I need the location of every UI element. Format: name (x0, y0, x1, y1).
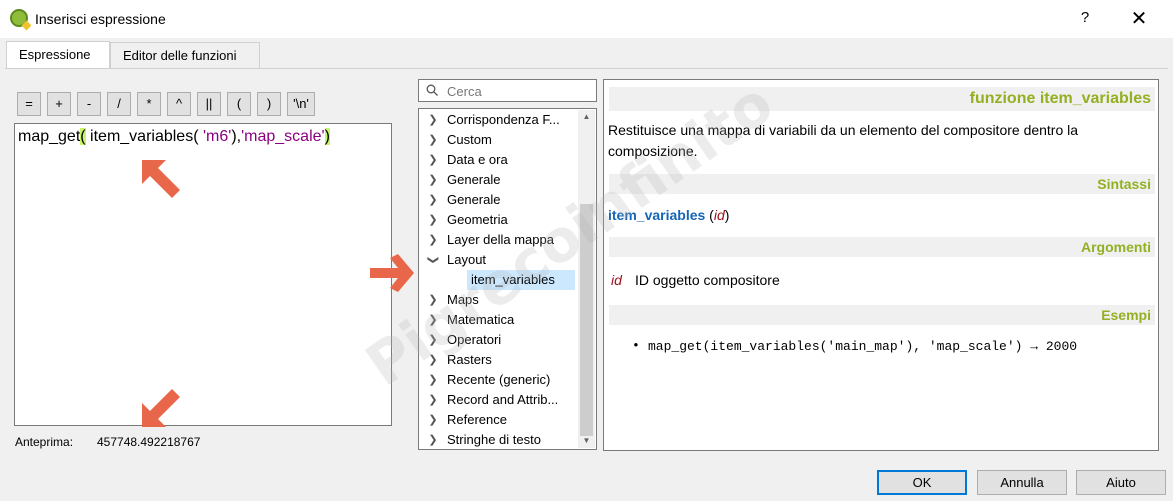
annotation-arrow-icon (142, 160, 180, 198)
tree-item-geometria[interactable]: ❯ Geometria (419, 210, 579, 230)
help-syntax: item_variables (id) (608, 207, 729, 223)
chevron-right-icon: ❯ (428, 114, 438, 126)
preview-value: 457748.492218767 (97, 435, 201, 449)
chevron-right-icon: ❯ (428, 334, 438, 346)
function-tree[interactable]: ❯ Corrispondenza F... ❯ Custom ❯ Data e ora… (418, 108, 597, 450)
tree-item-operatori[interactable]: ❯ Operatori (419, 330, 579, 350)
tree-item-corrispondenza[interactable]: ❯ Corrispondenza F... (419, 110, 579, 130)
function-search-input[interactable]: Cerca (418, 79, 597, 102)
chevron-right-icon: ❯ (428, 234, 438, 246)
code-fn: map_get (18, 128, 81, 145)
annotation-arrow-icon (370, 254, 414, 292)
operator-plus-button[interactable]: + (47, 92, 71, 116)
help-panel: funzione item_variables Restituisce una … (603, 79, 1159, 451)
scroll-down-icon[interactable]: ▼ (578, 434, 595, 448)
tree-scrollbar[interactable]: ▲ ▼ (578, 110, 595, 448)
tree-item-layer-della-mappa[interactable]: ❯ Layer della mappa (419, 230, 579, 250)
chevron-right-icon: ❯ (428, 374, 438, 386)
chevron-right-icon: ❯ (428, 434, 438, 446)
chevron-right-icon: ❯ (428, 294, 438, 306)
tree-item-layout[interactable]: ❯ Layout (419, 250, 579, 270)
operator-newline-button[interactable]: '\n' (287, 92, 315, 116)
search-icon (426, 84, 438, 96)
annotation-arrow-icon (142, 389, 180, 427)
help-function-title: funzione item_variables (609, 87, 1155, 111)
scroll-up-icon[interactable]: ▲ (578, 110, 595, 124)
tree-item-stringhe-di-testo[interactable]: ❯ Stringhe di testo (419, 430, 579, 449)
operator-close-paren-button[interactable]: ) (257, 92, 281, 116)
tree-item-reference[interactable]: ❯ Reference (419, 410, 579, 430)
tree-item-matematica[interactable]: ❯ Matematica (419, 310, 579, 330)
chevron-down-icon: ❯ (427, 255, 439, 265)
syntax-open: ( (705, 207, 714, 223)
tree-item-custom[interactable]: ❯ Custom (419, 130, 579, 150)
tree-item-rasters[interactable]: ❯ Rasters (419, 350, 579, 370)
code-paren-close: ) (324, 128, 330, 145)
tree-item-item-variables[interactable]: item_variables (419, 270, 579, 290)
chevron-right-icon: ❯ (428, 154, 438, 166)
tree-item-recente[interactable]: ❯ Recente (generic) (419, 370, 579, 390)
help-syntax-header: Sintassi (609, 174, 1155, 194)
search-placeholder: Cerca (447, 84, 482, 99)
chevron-right-icon: ❯ (428, 314, 438, 326)
help-button[interactable]: ? (1070, 9, 1100, 26)
ok-button[interactable]: OK (877, 470, 967, 495)
qgis-app-icon (10, 9, 28, 27)
bullet-icon: • (632, 338, 640, 353)
tree-item-generale-2[interactable]: ❯ Generale (419, 190, 579, 210)
tree-item-data-e-ora[interactable]: ❯ Data e ora (419, 150, 579, 170)
tree-item-generale[interactable]: ❯ Generale (419, 170, 579, 190)
help-description: Restituisce una mappa di variabili da un… (608, 122, 1079, 159)
chevron-right-icon: ❯ (428, 414, 438, 426)
tab-bar: Espressione Editor delle funzioni (0, 38, 1173, 69)
syntax-argument: id (713, 207, 725, 223)
operator-minus-button[interactable]: - (77, 92, 101, 116)
chevron-right-icon: ❯ (428, 134, 438, 146)
title-bar: Inserisci espressione ? ✕ (0, 0, 1173, 38)
argument-description: ID oggetto compositore (635, 272, 780, 288)
code-string-map-scale: 'map_scale' (241, 128, 325, 145)
code-sep: ), (231, 128, 242, 145)
close-button[interactable]: ✕ (1124, 6, 1154, 31)
preview-label: Anteprima: (15, 435, 74, 449)
chevron-right-icon: ❯ (428, 214, 438, 226)
tree-item-record-and-attrib[interactable]: ❯ Record and Attrib... (419, 390, 579, 410)
chevron-right-icon: ❯ (428, 174, 438, 186)
tab-function-editor[interactable]: Editor delle funzioni (110, 42, 260, 68)
help-dialog-button[interactable]: Aiuto (1076, 470, 1166, 495)
operator-equals-button[interactable]: = (17, 92, 41, 116)
chevron-right-icon: ❯ (428, 194, 438, 206)
argument-name: id (611, 272, 622, 288)
tab-expression[interactable]: Espressione (6, 41, 110, 69)
chevron-right-icon: ❯ (428, 394, 438, 406)
expression-code: map_get( item_variables( 'm6'),'map_scal… (18, 128, 330, 146)
code-string-m6: 'm6' (202, 128, 232, 145)
cancel-button[interactable]: Annulla (977, 470, 1067, 495)
chevron-right-icon: ❯ (428, 354, 438, 366)
operator-concat-button[interactable]: || (197, 92, 221, 116)
operator-multiply-button[interactable]: * (137, 92, 161, 116)
tree-item-maps[interactable]: ❯ Maps (419, 290, 579, 310)
expression-editor[interactable]: map_get( item_variables( 'm6'),'map_scal… (14, 123, 392, 426)
syntax-function-name: item_variables (608, 207, 706, 223)
operator-open-paren-button[interactable]: ( (227, 92, 251, 116)
scrollbar-thumb[interactable] (580, 204, 593, 436)
help-arguments-header: Argomenti (609, 237, 1155, 257)
syntax-close: ) (724, 207, 730, 223)
code-inner: item_variables( (85, 128, 203, 145)
window-title: Inserisci espressione (35, 11, 166, 27)
operator-power-button[interactable]: ^ (167, 92, 191, 116)
operator-divide-button[interactable]: / (107, 92, 131, 116)
help-examples-header: Esempi (609, 305, 1155, 325)
